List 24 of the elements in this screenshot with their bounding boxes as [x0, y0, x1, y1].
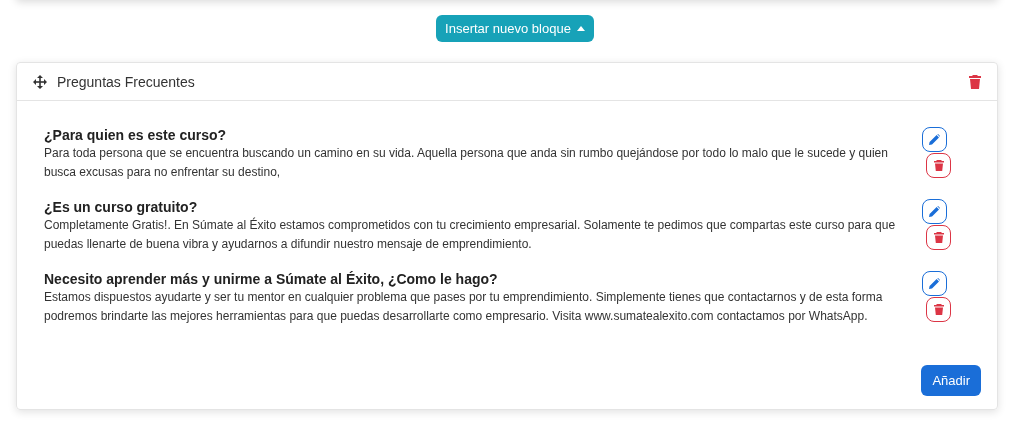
- faq-question: Necesito aprender más y unirme a Súmate al Éxito, ¿Como le hago?: [44, 271, 499, 287]
- delete-button[interactable]: [926, 225, 952, 250]
- faq-answer: Para toda persona que se encuentra buscando un camino en su vida. Aquella persona que anda sin rumbo quejándose por todo lo malo que le sucede y quien busca excusas para no enfrentar su destino,: [44, 145, 889, 181]
- edit-button[interactable]: [922, 127, 948, 152]
- delete-button[interactable]: [926, 153, 952, 178]
- pencil-icon: [929, 278, 941, 289]
- edit-button[interactable]: [922, 199, 948, 224]
- edit-button[interactable]: [922, 271, 948, 296]
- pencil-icon: [929, 206, 941, 217]
- delete-icon[interactable]: [969, 74, 981, 89]
- faq-question: ¿Para quien es este curso?: [44, 127, 228, 143]
- add-button[interactable]: Añadir: [921, 365, 981, 396]
- trash-icon: [933, 160, 944, 171]
- faq-answer: Estamos dispuestos ayudarte y ser tu mentor en cualquier problema que pases por tu emprendimiento. Simplemente tienes que contactarnos y de esta forma podremos brindarte las mejores herramientas para que puedas desarrollarte como empresario. Visita www.sumatealexito.com contactamos por WhatsApp.: [44, 289, 884, 325]
- caret-icon: [576, 26, 585, 31]
- faq-answer: Completamente Gratis!. En Súmate al Éxito estamos comprometidos con tu crecimiento empresarial. Solamente te pedimos que compartas este curso para que puedas llenarte de buena vibra y ayudarnos a difundir nuestro mensaje de emprendimiento.: [44, 216, 897, 253]
- insert-block-button[interactable]: Insertar nuevo bloque: [436, 15, 594, 42]
- move-icon[interactable]: [33, 74, 47, 89]
- faq-question: ¿Es un curso gratuito?: [44, 199, 199, 215]
- trash-icon: [933, 304, 944, 315]
- delete-button[interactable]: [926, 297, 952, 322]
- pencil-icon: [929, 134, 941, 145]
- block-title: Preguntas Frecuentes: [57, 73, 196, 90]
- trash-icon: [933, 232, 944, 243]
